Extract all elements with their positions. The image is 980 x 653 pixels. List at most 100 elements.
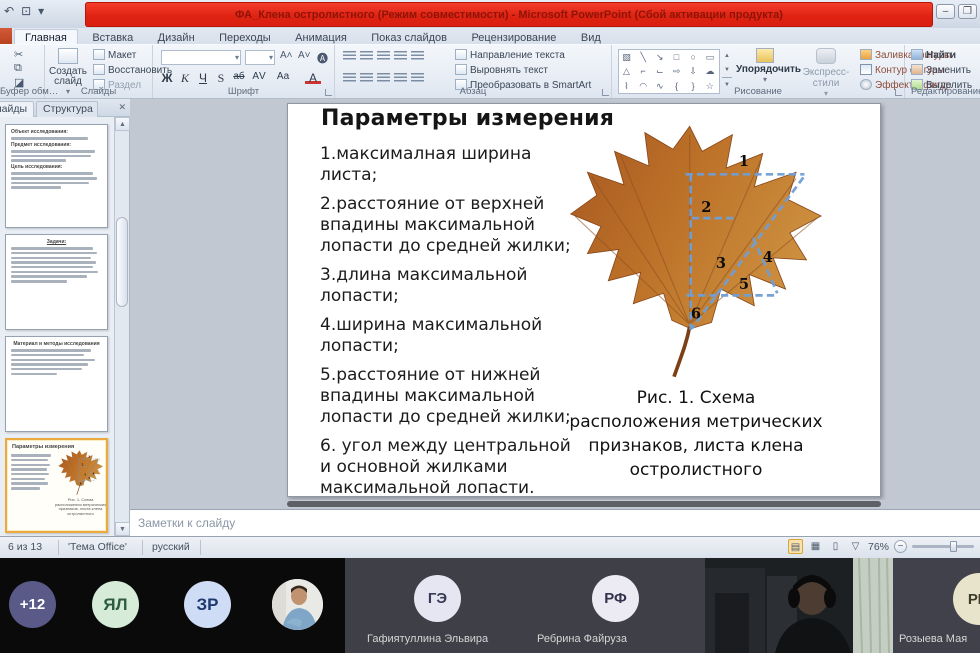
group-slides: Создать слайд ▾ Макет Восстановить Разде… bbox=[45, 45, 153, 98]
slide-body-item[interactable]: 2.расстояние от верхней впадины максимал… bbox=[320, 194, 572, 257]
shape-rounded-rect-icon[interactable]: ▭ bbox=[702, 50, 717, 64]
bullets-icon[interactable] bbox=[343, 51, 356, 61]
slide-body-item[interactable]: 1.максималная ширина листа; bbox=[320, 144, 572, 186]
cut-icon[interactable]: ✂ bbox=[14, 48, 23, 61]
shapes-down-icon[interactable]: ▼ bbox=[722, 63, 732, 77]
shape-cloud-icon[interactable]: ☁ bbox=[702, 64, 717, 78]
shape-rectangle-icon[interactable]: □ bbox=[669, 50, 684, 64]
shape-arrow-down-icon[interactable]: ⇩ bbox=[686, 64, 701, 78]
shadow-button[interactable]: S bbox=[213, 71, 229, 86]
tab-home[interactable]: Главная bbox=[14, 29, 78, 45]
participant-avatar[interactable]: ЯЛ bbox=[92, 581, 139, 628]
shape-arrow-icon[interactable]: ↘ bbox=[652, 50, 667, 64]
text-direction-button[interactable]: Направление текста bbox=[455, 49, 565, 61]
theme-name[interactable]: 'Тема Office' bbox=[68, 541, 127, 553]
close-pane-icon[interactable]: ✕ bbox=[118, 102, 126, 113]
font-size-input[interactable]: ▾ bbox=[245, 50, 275, 65]
shapes-up-icon[interactable]: ▲ bbox=[722, 49, 732, 63]
slides-pane-scrollbar[interactable]: ▲ ▼ bbox=[114, 117, 129, 536]
line-spacing-icon[interactable] bbox=[411, 51, 424, 61]
notes-placeholder: Заметки к слайду bbox=[138, 516, 235, 530]
underline-button[interactable]: Ч bbox=[195, 71, 211, 85]
participant-avatar[interactable]: ЗР bbox=[184, 581, 231, 628]
shrink-font-icon[interactable]: А˅ bbox=[298, 50, 311, 61]
figure-caption[interactable]: Рис. 1. Схема расположения метрических п… bbox=[546, 386, 846, 482]
language-indicator[interactable]: русский bbox=[152, 541, 190, 553]
zoom-slider-thumb[interactable] bbox=[950, 541, 957, 552]
font-color-button[interactable]: А bbox=[305, 71, 321, 84]
restore-button[interactable]: ❐ bbox=[958, 4, 977, 19]
participant-video-tile[interactable] bbox=[705, 558, 893, 653]
slide-thumbnail-3[interactable]: Объект исследования: Предмет исследовани… bbox=[5, 124, 108, 228]
layout-button[interactable]: Макет bbox=[93, 49, 136, 61]
scrollbar-thumb[interactable] bbox=[116, 217, 128, 307]
participant-tile[interactable]: РФ Ребрина Файруза bbox=[490, 558, 705, 653]
clear-formatting-icon[interactable]: 🅐 bbox=[317, 50, 328, 66]
copy-icon[interactable]: ⧉ bbox=[14, 62, 22, 75]
arrange-button[interactable]: Упорядочить ▾ bbox=[736, 48, 794, 84]
minimize-button[interactable]: – bbox=[936, 4, 955, 19]
slide-thumbnail-6-current[interactable]: Параметры измерения Рис. 1. Схема распол… bbox=[5, 438, 108, 533]
tab-slides-thumbnails[interactable]: Слайды bbox=[0, 101, 34, 117]
shape-picture-icon[interactable]: ▧ bbox=[619, 50, 634, 64]
participant-tile[interactable]: РМ Розыева Мая bbox=[893, 558, 980, 653]
paragraph-dialog-launcher[interactable] bbox=[602, 89, 609, 96]
tab-outline[interactable]: Структура bbox=[36, 101, 98, 117]
slide-thumbnail-5[interactable]: Материал и методы исследования bbox=[5, 336, 108, 432]
font-dialog-launcher[interactable] bbox=[325, 89, 332, 96]
layout-icon bbox=[93, 49, 105, 60]
slide-body-item[interactable]: 4.ширина максимальной лопасти; bbox=[320, 315, 572, 357]
leaf-figure[interactable]: 1 2 3 4 5 6 bbox=[560, 118, 836, 384]
justify-icon[interactable] bbox=[394, 73, 407, 83]
numbering-icon[interactable] bbox=[360, 51, 373, 61]
columns-icon[interactable] bbox=[411, 73, 424, 83]
scroll-down-icon[interactable]: ▼ bbox=[115, 522, 130, 536]
align-text-button[interactable]: Выровнять текст bbox=[455, 64, 548, 76]
undo-icon[interactable]: ↶ bbox=[4, 4, 14, 18]
participant-tile[interactable]: ГЭ Гафиятуллина Эльвира bbox=[345, 558, 490, 653]
drawing-dialog-launcher[interactable] bbox=[895, 89, 902, 96]
character-spacing-button[interactable]: АV bbox=[251, 71, 267, 82]
scroll-up-icon[interactable]: ▲ bbox=[115, 117, 130, 131]
shape-fill-icon bbox=[860, 49, 872, 60]
shape-elbow1-icon[interactable]: ⌐ bbox=[636, 64, 651, 78]
slide-sorter-icon[interactable]: ▦ bbox=[808, 539, 823, 554]
align-right-icon[interactable] bbox=[377, 73, 390, 83]
decrease-indent-icon[interactable] bbox=[377, 51, 390, 61]
participant-overflow-badge[interactable]: +12 bbox=[9, 581, 56, 628]
align-left-icon[interactable] bbox=[343, 73, 356, 83]
slide-body-item[interactable]: 6. угол между центральной и основной жил… bbox=[320, 436, 572, 499]
bold-button[interactable]: Ж bbox=[159, 71, 175, 85]
slide-body-item[interactable]: 3.длина максимальной лопасти; bbox=[320, 265, 572, 307]
shape-triangle-icon[interactable]: △ bbox=[619, 64, 634, 78]
grow-font-icon[interactable]: А˄ bbox=[280, 50, 293, 61]
normal-view-icon[interactable]: ▤ bbox=[788, 539, 803, 554]
shape-ellipse-icon[interactable]: ○ bbox=[686, 50, 701, 64]
align-center-icon[interactable] bbox=[360, 73, 373, 83]
strikethrough-button[interactable]: аб bbox=[231, 71, 247, 82]
qat-dropdown-icon[interactable]: ▾ bbox=[38, 4, 44, 18]
zoom-slider[interactable] bbox=[912, 545, 974, 548]
horizontal-scrollbar[interactable] bbox=[287, 501, 881, 507]
slide-canvas[interactable]: Параметры измерения 1.максималная ширина… bbox=[287, 103, 881, 497]
shape-arrow-right-icon[interactable]: ⇨ bbox=[669, 64, 684, 78]
find-button[interactable]: Найти bbox=[911, 49, 956, 61]
increase-indent-icon[interactable] bbox=[394, 51, 407, 61]
italic-button[interactable]: К bbox=[177, 71, 193, 86]
file-tab-fragment[interactable] bbox=[0, 28, 12, 44]
notes-pane[interactable]: Заметки к слайду bbox=[130, 509, 980, 536]
window-icon[interactable]: ⊡ bbox=[21, 4, 31, 18]
slide-body-textbox[interactable]: 1.максималная ширина листа; 2.расстояние… bbox=[320, 144, 572, 507]
zoom-level[interactable]: 76% bbox=[868, 541, 889, 553]
shape-elbow2-icon[interactable]: ⌙ bbox=[652, 64, 667, 78]
participant-photo-avatar[interactable] bbox=[272, 579, 323, 630]
shape-line-icon[interactable]: ╲ bbox=[636, 50, 651, 64]
replace-button[interactable]: Заменить bbox=[911, 64, 971, 76]
font-name-input[interactable]: ▾ bbox=[161, 50, 241, 65]
slide-thumbnail-4[interactable]: Задачи: bbox=[5, 234, 108, 330]
reading-view-icon[interactable]: ▯ bbox=[828, 539, 843, 554]
slideshow-icon[interactable]: ▽ bbox=[848, 539, 863, 554]
change-case-button[interactable]: Аа bbox=[275, 71, 291, 82]
slide-body-item[interactable]: 5.расстояние от нижней впадины максималь… bbox=[320, 365, 572, 428]
zoom-out-button[interactable]: − bbox=[894, 540, 907, 553]
